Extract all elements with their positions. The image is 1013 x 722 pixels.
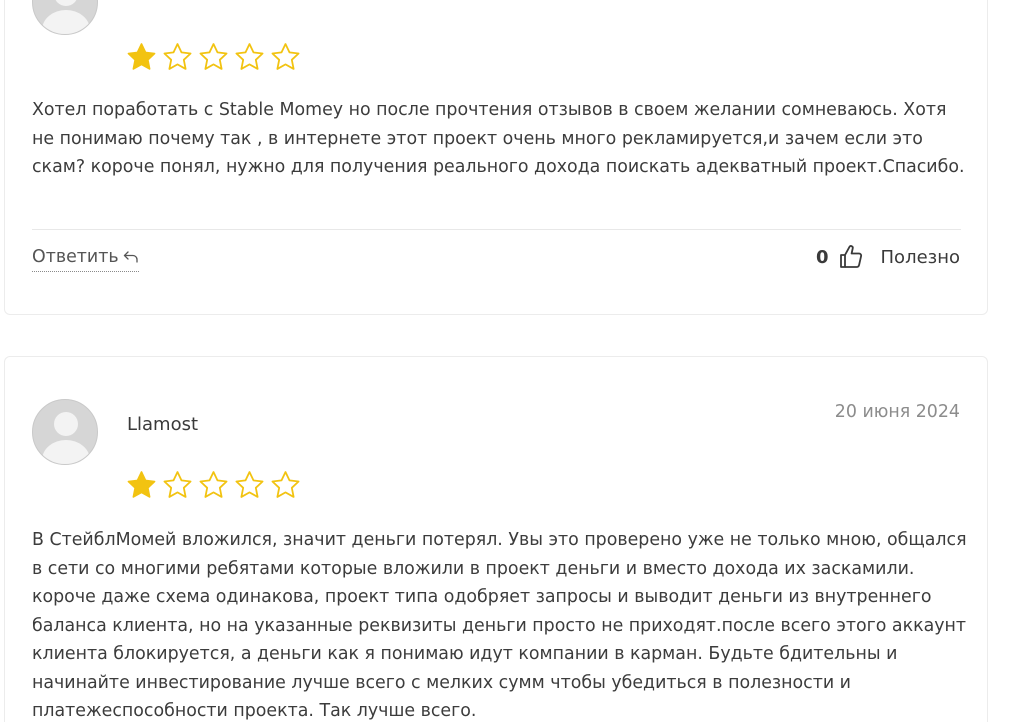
review-date: 20 июня 2024 <box>834 402 960 422</box>
thumbs-up-icon[interactable] <box>839 244 863 270</box>
star-empty-icon <box>235 43 264 70</box>
reply-label: Ответить <box>32 247 119 267</box>
star-empty-icon <box>235 471 264 498</box>
reply-arrow-icon <box>123 251 138 263</box>
star-empty-icon <box>163 43 192 70</box>
reply-button[interactable]: Ответить <box>32 247 139 272</box>
helpful-votes: 0 Полезно <box>816 244 960 270</box>
star-empty-icon <box>163 471 192 498</box>
star-empty-icon <box>199 471 228 498</box>
user-avatar <box>32 0 98 35</box>
review-text: Хотел поработать с Stable Momey но после… <box>32 100 965 177</box>
review-card: Хотел поработать с Stable Momey но после… <box>4 0 988 315</box>
rating-stars <box>125 469 302 502</box>
rating-stars <box>125 41 302 74</box>
review-author: Llamost <box>127 414 199 435</box>
review-text: В СтейблМомей вложился, значит деньги по… <box>32 530 967 721</box>
user-avatar <box>32 399 98 465</box>
star-empty-icon <box>271 43 300 70</box>
reviews-page: Хотел поработать с Stable Momey но после… <box>0 0 1013 722</box>
divider <box>32 229 961 230</box>
helpful-button[interactable]: Полезно <box>881 247 960 268</box>
star-filled-icon <box>127 43 156 70</box>
review-card: Llamost 20 июня 2024 В СтейблМомей вложи… <box>4 356 988 722</box>
star-filled-icon <box>127 471 156 498</box>
star-empty-icon <box>271 471 300 498</box>
vote-count: 0 <box>815 246 829 268</box>
star-empty-icon <box>199 43 228 70</box>
